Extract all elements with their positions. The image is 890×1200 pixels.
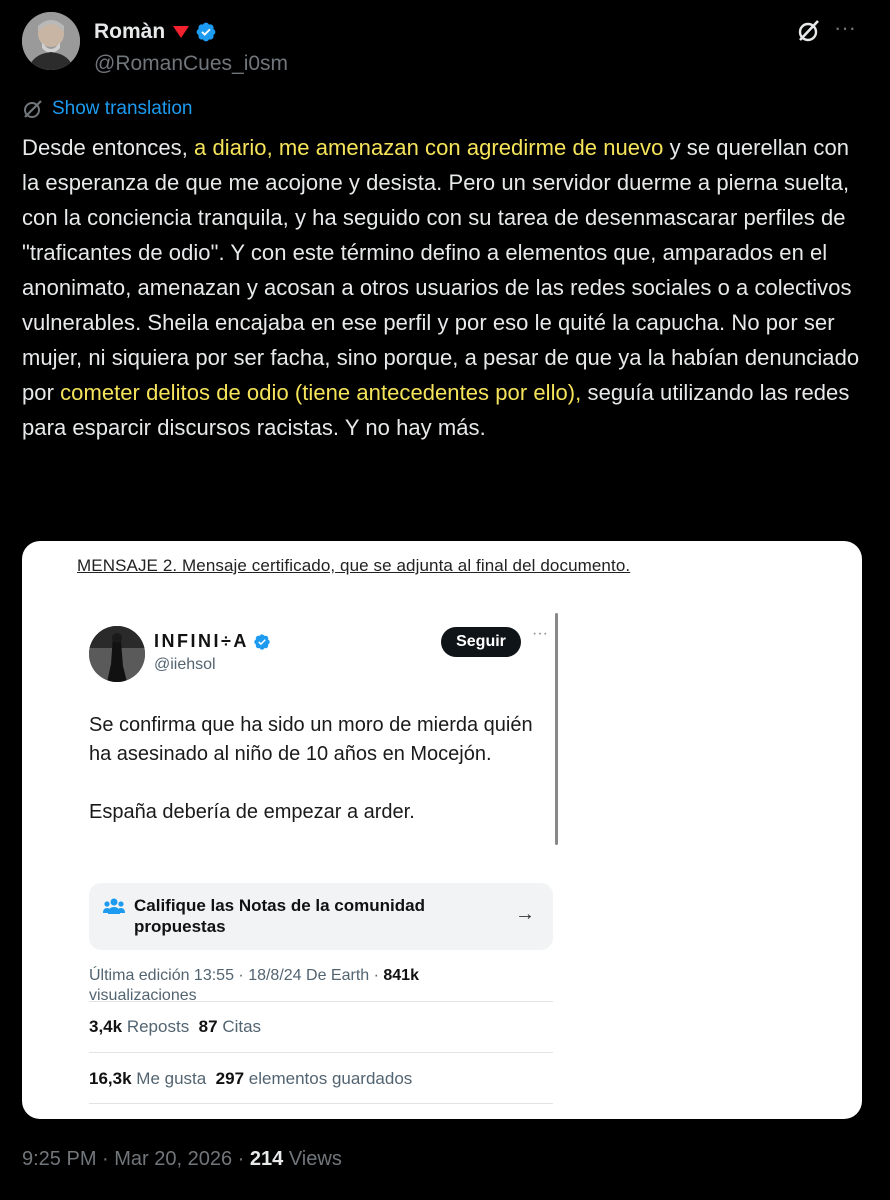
inner-tweet-text: Se confirma que ha sido un moro de mierd… <box>89 711 549 827</box>
inner-saves-count: 297 <box>215 1069 245 1088</box>
inner-author-name: INFINI÷A <box>154 631 271 652</box>
inner-divider <box>89 1052 553 1053</box>
post-footer: 9:25 PM · Mar 20, 2026 · 214 Views <box>22 1148 342 1171</box>
inner-author-name-text: INFINI÷A <box>154 631 249 651</box>
post-header: Romàn @RomanCues_i0sm ··· <box>22 12 868 76</box>
inner-repost-stats: 3,4k Reposts 87 Citas <box>89 1017 261 1037</box>
grok-icon[interactable] <box>796 18 822 44</box>
inner-reposts-label: Reposts <box>126 1017 190 1036</box>
post-text: Desde entonces, a diario, me amenazan co… <box>22 130 868 445</box>
inner-likes-count: 16,3k <box>89 1069 132 1088</box>
embedded-image[interactable]: MENSAJE 2. Mensaje certificado, que se a… <box>22 541 862 1119</box>
inner-saves-label: elementos guardados <box>248 1069 413 1088</box>
inner-reposts-count: 3,4k <box>89 1017 123 1036</box>
author-name[interactable]: Romàn <box>94 20 217 44</box>
inner-more-icon: ··· <box>532 625 548 642</box>
inner-verified-badge-icon <box>254 633 270 650</box>
previous-post-strip <box>0 0 890 6</box>
post-highlight-2: cometer delitos de odio (tiene anteceden… <box>60 380 582 405</box>
red-triangle-icon <box>173 26 190 38</box>
inner-meta-prefix: Última edición 13:55 · 18/8/24 De Earth … <box>89 967 384 984</box>
author-name-text: Romàn <box>94 20 166 43</box>
inner-views-count: 841k <box>383 967 419 984</box>
post-highlight-1: a diario, me amenazan con agredirme de n… <box>194 135 664 160</box>
inner-quotes-count: 87 <box>198 1017 218 1036</box>
author-handle[interactable]: @RomanCues_i0sm <box>94 52 288 76</box>
grok-translate-icon <box>24 100 42 118</box>
show-translation-label: Show translation <box>52 98 193 119</box>
community-notes-box: Califique las Notas de la comunidad prop… <box>89 883 553 950</box>
community-notes-label: Califique las Notas de la comunidad prop… <box>134 896 425 936</box>
post-views-count: 214 <box>249 1148 284 1170</box>
inner-divider <box>89 1001 553 1002</box>
inner-tweet-meta: Última edición 13:55 · 18/8/24 De Earth … <box>89 966 489 1006</box>
people-icon <box>103 898 125 914</box>
avatar[interactable] <box>22 12 80 70</box>
more-options-icon[interactable]: ··· <box>832 17 858 44</box>
inner-scrollbar <box>555 613 558 845</box>
inner-tweet-paragraph-1: Se confirma que ha sido un moro de mierd… <box>89 714 533 765</box>
inner-avatar <box>89 626 145 682</box>
inner-likes-label: Me gusta <box>136 1069 207 1088</box>
post-text-part-1: Desde entonces, <box>22 135 195 160</box>
document-caption: MENSAJE 2. Mensaje certificado, que se a… <box>77 556 631 575</box>
arrow-right-icon: → <box>515 903 535 925</box>
verified-badge-icon <box>195 21 217 43</box>
show-translation-button[interactable]: Show translation <box>22 98 192 120</box>
post-views-label: Views <box>288 1148 342 1170</box>
inner-divider <box>89 1103 553 1104</box>
inner-author-handle: @iiehsol <box>154 656 216 673</box>
post-text-part-2: y se querellan con la esperanza de que m… <box>22 135 860 405</box>
inner-follow-button: Seguir <box>441 627 521 657</box>
inner-tweet-paragraph-2: España debería de empezar a arder. <box>89 801 415 823</box>
inner-quotes-label: Citas <box>222 1017 262 1036</box>
inner-like-stats: 16,3k Me gusta 297 elementos guardados <box>89 1069 412 1089</box>
post-timestamp[interactable]: 9:25 PM · Mar 20, 2026 · <box>22 1148 250 1170</box>
